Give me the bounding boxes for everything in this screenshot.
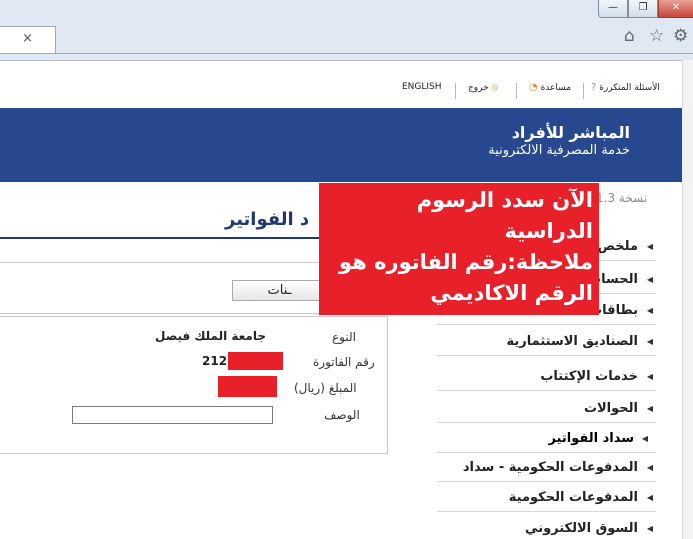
note-line-3: الرقم الاكاديمي: [430, 281, 593, 305]
header-title: المباشر للأفراد: [511, 123, 630, 142]
faq-link-label: الأسئلة المتكررة: [599, 83, 660, 93]
invoice-redaction: [228, 352, 283, 370]
nav-item[interactable]: ◀ المدفوعات الحكومية - سداد: [437, 453, 656, 482]
site-header: المباشر للأفراد خدمة المصرفية الالكتروني…: [0, 108, 693, 182]
nav-item[interactable]: ◀ الحوالات: [437, 394, 656, 423]
window-close-button[interactable]: ✕: [658, 0, 693, 18]
help-link[interactable]: ◔ مساعدة: [529, 82, 571, 102]
logout-icon: ⦸: [491, 82, 499, 93]
link-separator: [583, 83, 584, 99]
nav-item-label: المدفوعات الحكومية - سداد: [462, 460, 638, 475]
gear-icon[interactable]: ⚙: [673, 26, 688, 46]
nav-item[interactable]: ◀ سداد الفواتير: [437, 424, 656, 453]
favorites-star-icon[interactable]: ☆: [649, 26, 664, 46]
browser-chrome: [0, 0, 693, 60]
invoice-label: رقم الفاتورة: [313, 355, 375, 369]
nav-item-label: المدفوعات الحكومية: [508, 490, 638, 505]
nav-item[interactable]: ◀ السوق الالكتروني: [437, 514, 656, 539]
nav-arrow-icon: ◀: [646, 337, 653, 346]
nav-item[interactable]: ◀ المدفوعات الحكومية: [437, 483, 656, 512]
page-title: د الفواتير: [225, 209, 310, 230]
maximize-button[interactable]: ❐: [628, 0, 658, 18]
description-input[interactable]: [72, 406, 273, 424]
nav-arrow-icon: ◀: [646, 463, 653, 472]
nav-arrow-icon: ◀: [646, 524, 653, 533]
amount-redaction: [218, 376, 277, 397]
nav-arrow-icon: ◀: [646, 404, 653, 413]
nav-item[interactable]: ◀ خدمات الإكتتاب: [437, 362, 656, 391]
faq-link[interactable]: ? الأسئلة المتكررة: [591, 82, 660, 102]
amount-label: المبلغ (ريال): [294, 381, 357, 395]
nav-item-label: خدمات الإكتتاب: [540, 369, 638, 384]
type-value: جامعة الملك فيصل: [155, 329, 267, 343]
screen: { "browser": { "tab_close": "×", "win_mi…: [0, 0, 693, 539]
note-line-2: ملاحظة:رقم الفاتوره هو: [339, 250, 593, 274]
browser-tab[interactable]: ×: [0, 26, 56, 53]
home-icon[interactable]: ⌂: [624, 26, 635, 46]
minimize-button[interactable]: —: [598, 0, 628, 18]
show-button[interactable]: ـنات: [232, 280, 327, 301]
header-subtitle: خدمة المصرفية الالكترونية: [488, 143, 630, 158]
nav-arrow-icon: ◀: [646, 306, 653, 315]
nav-item-label: السوق الالكتروني: [525, 521, 638, 536]
nav-item[interactable]: ◀ الصناديق الاستثمارية: [437, 327, 656, 356]
overlay-note: الآن سدد الرسوم الدراسية ملاحظة:رقم الفا…: [319, 183, 599, 315]
nav-arrow-icon: ◀: [641, 434, 648, 443]
link-separator: [516, 83, 517, 99]
nav-arrow-icon: ◀: [646, 493, 653, 502]
link-separator: [455, 83, 456, 99]
help-icon: ◔: [529, 82, 538, 93]
help-link-label: مساعدة: [540, 83, 572, 93]
nav-arrow-icon: ◀: [646, 242, 653, 251]
description-label: الوصف: [324, 408, 360, 422]
invoice-value: 212: [202, 354, 228, 368]
nav-item-label: ملخص: [597, 239, 638, 254]
type-label: النوع: [332, 330, 356, 344]
command-bar: [0, 54, 693, 61]
nav-arrow-icon: ◀: [646, 372, 653, 381]
version-label: نسخة 1.3: [596, 191, 648, 205]
nav-arrow-icon: ◀: [646, 275, 653, 284]
nav-item-label: الصناديق الاستثمارية: [506, 334, 638, 349]
logout-link[interactable]: خروج ⦸: [468, 82, 498, 102]
question-icon: ?: [591, 82, 597, 93]
nav-item-label: سداد الفواتير: [548, 431, 634, 446]
header-edge: [682, 108, 693, 182]
note-line-1: الآن سدد الرسوم الدراسية: [416, 188, 593, 243]
english-link[interactable]: ENGLISH: [402, 82, 442, 102]
nav-item-label: الحوالات: [583, 401, 638, 416]
tab-close-icon[interactable]: ×: [22, 31, 33, 46]
logout-link-label: خروج: [468, 83, 489, 93]
